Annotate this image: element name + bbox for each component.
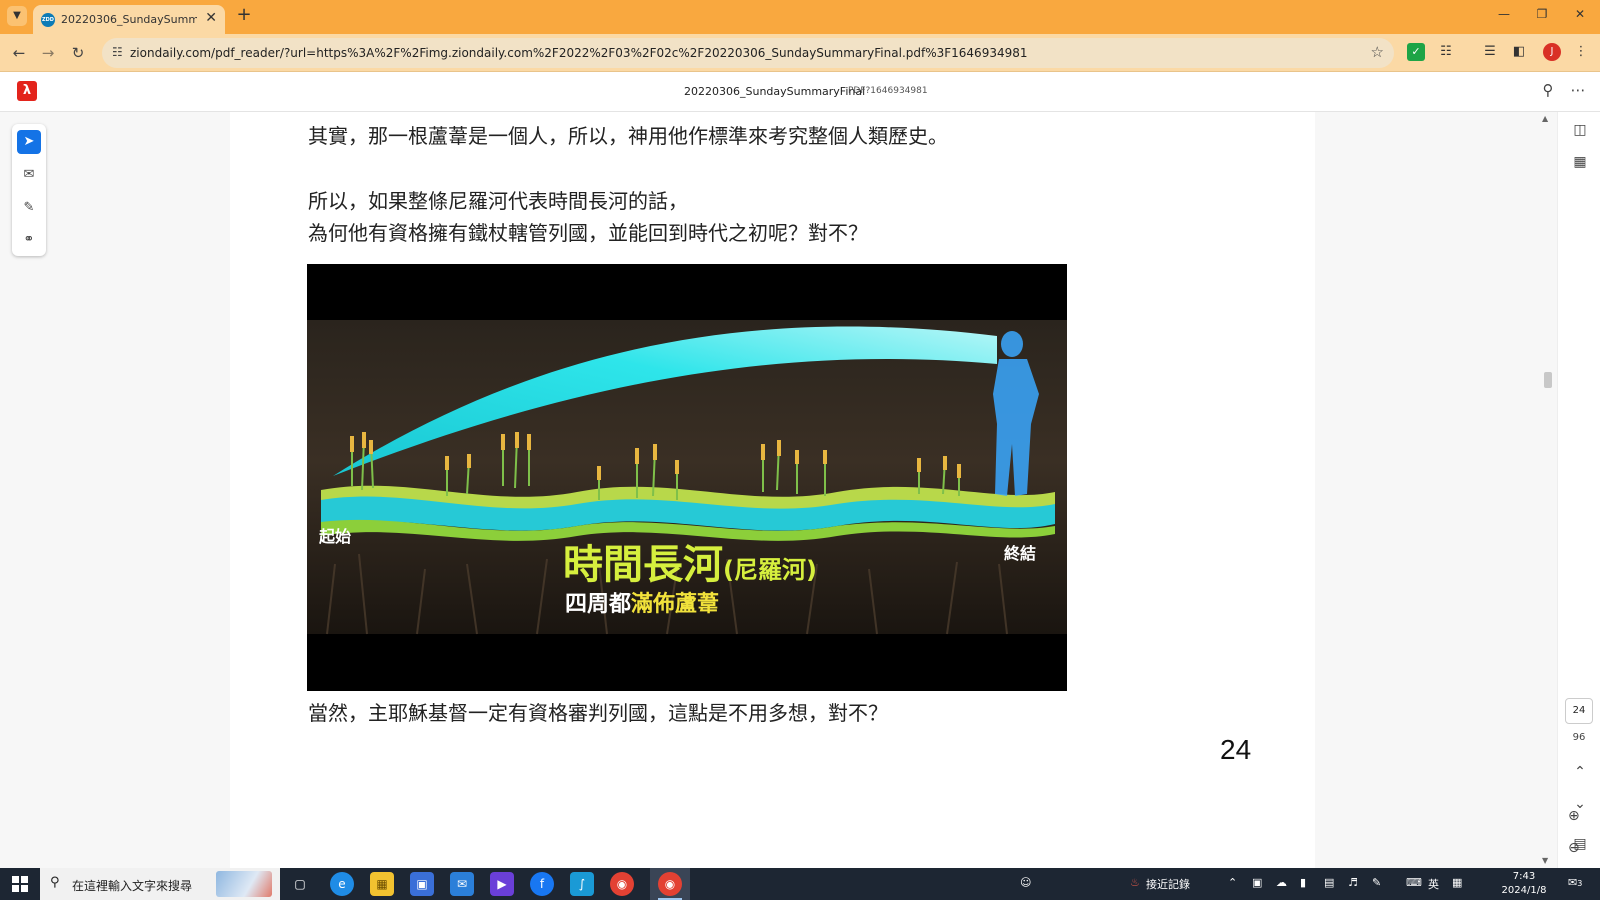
chrome-profile-icon[interactable]: ◉ xyxy=(610,872,634,896)
side-panel-icon[interactable]: ◧ xyxy=(1510,43,1528,61)
file-explorer-icon[interactable]: ▦ xyxy=(370,872,394,896)
ime-mode-icon[interactable]: ▦ xyxy=(1452,876,1462,889)
illustration-subtitle-prefix: 四周都 xyxy=(565,592,632,617)
document-subtitle: PDF?1646934981 xyxy=(848,86,928,96)
tab-title: 20220306_SundaySummaryFi xyxy=(61,13,197,26)
pdf-viewer: λ 20220306_SundaySummaryFinal PDF?164693… xyxy=(0,72,1600,868)
notification-count: 3 xyxy=(1577,879,1583,888)
microsoft-store-icon[interactable]: ▣ xyxy=(410,872,434,896)
scroll-up-arrow-icon[interactable]: ▲ xyxy=(1542,114,1548,123)
illustration-subtitle-highlight: 滿佈蘆葦 xyxy=(631,592,720,617)
search-icon: ⚲ xyxy=(50,875,60,890)
battery-icon[interactable]: ▮ xyxy=(1300,876,1306,889)
scroll-down-arrow-icon[interactable]: ▼ xyxy=(1542,856,1548,865)
select-tool-icon[interactable]: ➤ xyxy=(17,130,41,154)
close-tab-icon[interactable]: ✕ xyxy=(205,10,217,26)
taskbar-search[interactable]: ⚲ 在這裡輸入文字來搜尋 xyxy=(40,868,280,900)
annotation-toolbar: ➤ ✉ ✎ ⚭ xyxy=(12,124,46,256)
current-page-input[interactable]: 24 xyxy=(1565,698,1593,724)
taskbar-search-placeholder: 在這裡輸入文字來搜尋 xyxy=(72,879,193,893)
show-hidden-icons-chevron-icon[interactable]: ⌃ xyxy=(1228,876,1237,889)
url-text: ziondaily.com/pdf_reader/?url=https%3A%2… xyxy=(130,46,1028,60)
tab-search-button[interactable]: ▼ xyxy=(7,6,27,26)
clock-time: 7:43 xyxy=(1512,871,1536,882)
back-button[interactable]: ← xyxy=(8,42,30,64)
site-settings-icon[interactable]: ☷ xyxy=(112,45,123,59)
illustration-subtitle: 四周都滿佈蘆葦 xyxy=(565,586,719,618)
minimize-button[interactable]: — xyxy=(1489,7,1519,21)
notification-center-icon[interactable]: ✉3 xyxy=(1568,876,1582,889)
windows-start-icon[interactable] xyxy=(12,876,28,892)
add-comment-icon[interactable]: ✉ xyxy=(17,163,41,187)
reload-button[interactable]: ↻ xyxy=(67,42,89,64)
browser-toolbar: ← → ↻ ☷ ziondaily.com/pdf_reader/?url=ht… xyxy=(0,34,1600,72)
media-control-icon[interactable]: ☰ xyxy=(1481,43,1499,61)
start-label: 起始 xyxy=(319,527,352,546)
illustration-graphic xyxy=(307,320,1067,635)
new-tab-button[interactable]: + xyxy=(233,5,255,27)
lasso-icon[interactable]: ⚭ xyxy=(17,228,41,252)
people-icon[interactable]: ☺ xyxy=(1020,876,1031,889)
paragraph-line-3: 為何他有資格擁有鐵杖轄管列國，並能回到時代之初呢？對不？ xyxy=(308,221,868,245)
viewer-header: λ 20220306_SundaySummaryFinal PDF?164693… xyxy=(0,72,1600,112)
pen-workspace-icon[interactable]: ✎ xyxy=(1372,876,1381,889)
previous-page-chevron-icon[interactable]: ⌃ xyxy=(1569,764,1591,780)
illustration-title: 時間長河(尼羅河) xyxy=(563,532,817,590)
extension-check-icon[interactable]: ✓ xyxy=(1407,43,1425,61)
more-options-icon[interactable]: ⋯ xyxy=(1568,81,1588,99)
paragraph-line-1: 其實，那一根蘆葦是一個人，所以，神用他作標準來考究整個人類歷史。 xyxy=(308,124,948,148)
close-window-button[interactable]: ✕ xyxy=(1565,7,1595,21)
zoom-out-icon[interactable]: ⊖ xyxy=(1568,840,1580,856)
windows-taskbar: ⚲ 在這裡輸入文字來搜尋 ▢ e ▦ ▣ ✉ ▶ f ∫ ◉ ◉ ☺ ♨ 接近記… xyxy=(0,868,1600,900)
search-icon[interactable]: ⚲ xyxy=(1538,81,1558,99)
task-view-icon[interactable]: ▢ xyxy=(288,872,312,896)
restore-button[interactable]: ❐ xyxy=(1527,7,1557,21)
network-icon[interactable]: ▤ xyxy=(1324,876,1334,889)
active-tab[interactable]: ZDD 20220306_SundaySummaryFi ✕ xyxy=(33,5,225,34)
page-number: 24 xyxy=(1220,734,1252,765)
right-rail: ◫ ▦ 24 96 ⌃ ⌄ ▤ xyxy=(1557,112,1600,868)
bookmark-star-icon[interactable]: ☆ xyxy=(1371,43,1384,61)
active-chrome-taskbar-slot[interactable]: ◉ xyxy=(650,868,690,900)
chrome-icon: ◉ xyxy=(658,872,682,896)
highlight-pen-icon[interactable]: ✎ xyxy=(17,196,41,220)
address-bar[interactable]: ☷ ziondaily.com/pdf_reader/?url=https%3A… xyxy=(102,38,1394,68)
illustration-title-paren: (尼羅河) xyxy=(723,556,817,584)
end-label: 終結 xyxy=(1004,544,1037,563)
document-title: 20220306_SundaySummaryFinal xyxy=(684,85,866,98)
extensions-puzzle-icon[interactable]: ☷ xyxy=(1437,43,1455,61)
keyboard-icon[interactable]: ⌨ xyxy=(1406,876,1422,889)
browser-menu-icon[interactable]: ⋮ xyxy=(1572,43,1590,61)
browser-tab-strip: ▼ ZDD 20220306_SundaySummaryFi ✕ + — ❐ ✕ xyxy=(0,0,1600,34)
weather-text[interactable]: 接近記錄 xyxy=(1146,876,1190,892)
thumbnails-grid-icon[interactable]: ▦ xyxy=(1569,154,1591,170)
time-river-illustration: 起始 終結 時間長河(尼羅河) 四周都滿佈蘆葦 xyxy=(307,264,1067,691)
search-highlight-image xyxy=(216,871,272,897)
pen-app-icon[interactable]: ∫ xyxy=(570,872,594,896)
onedrive-cloud-icon[interactable]: ☁ xyxy=(1276,876,1287,889)
paragraph-line-2: 所以，如果整條尼羅河代表時間長河的話， xyxy=(308,189,688,213)
scroll-thumb[interactable] xyxy=(1544,372,1552,388)
acrobat-logo-icon: λ xyxy=(17,81,37,101)
facebook-icon[interactable]: f xyxy=(530,872,554,896)
thermometer-icon: ♨ xyxy=(1130,876,1140,889)
volume-icon[interactable]: ♬ xyxy=(1348,876,1358,889)
paragraph-line-4: 當然，主耶穌基督一定有資格審判列國，這點是不用多想，對不？ xyxy=(308,701,888,725)
clock-date: 2024/1/8 xyxy=(1501,885,1547,896)
pdf-page: 其實，那一根蘆葦是一個人，所以，神用他作標準來考究整個人類歷史。 所以，如果整條… xyxy=(230,112,1315,868)
profile-avatar[interactable]: J xyxy=(1543,43,1561,61)
teams-icon[interactable]: ▣ xyxy=(1252,876,1262,889)
total-pages: 96 xyxy=(1572,732,1586,743)
ime-language[interactable]: 英 xyxy=(1428,876,1439,892)
ziondaily-favicon-icon: ZDD xyxy=(41,13,55,27)
media-app-icon[interactable]: ▶ xyxy=(490,872,514,896)
system-clock[interactable]: 7:43 2024/1/8 xyxy=(1500,870,1548,898)
page-scrollbar[interactable]: ▲ ▼ xyxy=(1540,112,1554,868)
forward-button[interactable]: → xyxy=(37,42,59,64)
edge-browser-icon[interactable]: e xyxy=(330,872,354,896)
mail-icon[interactable]: ✉ xyxy=(450,872,474,896)
illustration-title-main: 時間長河 xyxy=(563,542,723,588)
zoom-in-icon[interactable]: ⊕ xyxy=(1568,808,1580,824)
comments-panel-icon[interactable]: ◫ xyxy=(1569,122,1591,138)
